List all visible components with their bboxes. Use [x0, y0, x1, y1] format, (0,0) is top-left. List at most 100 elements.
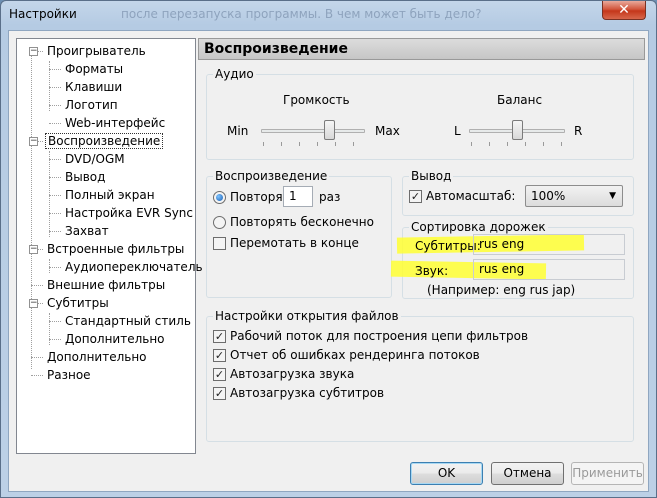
track-order-group: Сортировка дорожек Субтитры: rus eng Зву…: [390, 220, 634, 299]
tree-item[interactable]: Дополнительно: [49, 331, 167, 349]
track-order-legend: Сортировка дорожек: [409, 220, 548, 234]
volume-tick: [299, 142, 300, 146]
settings-tree[interactable]: − Проигрыватель Форматы Клавиши Логотип Web-и…: [16, 38, 203, 454]
volume-tick: [281, 142, 282, 146]
tree-line: [31, 375, 43, 376]
tree-line: [49, 259, 50, 273]
check-mark-icon: ✓: [410, 190, 421, 203]
file-open-option-checkbox[interactable]: ✓: [213, 330, 226, 343]
tree-item[interactable]: − Встроенные фильтры: [29, 241, 186, 259]
tree-item[interactable]: Форматы: [49, 61, 125, 79]
tree-item-label: Дополнительно: [65, 332, 165, 346]
volume-slider-track[interactable]: [261, 129, 365, 133]
tree-line: [31, 357, 43, 358]
tree-line: [31, 285, 43, 286]
file-open-option-checkbox[interactable]: ✓: [213, 387, 226, 400]
tree-item-label: Логотип: [65, 98, 118, 112]
zoom-select[interactable]: 100% ▼: [525, 185, 623, 207]
tree-item[interactable]: Логотип: [49, 97, 120, 115]
tree-item[interactable]: Полный экран: [49, 187, 157, 205]
tree-line: [49, 313, 50, 345]
tree-line: [49, 177, 61, 178]
tree-item[interactable]: Вывод: [49, 169, 107, 187]
track-order-example: (Например: eng rus jap): [427, 283, 576, 297]
subtitles-order-input[interactable]: rus eng: [473, 234, 625, 255]
ok-button[interactable]: OK: [410, 462, 483, 485]
balance-tick: [471, 142, 472, 146]
tree-item[interactable]: Разное: [31, 367, 93, 385]
balance-tick: [525, 142, 526, 146]
page-title: Воспроизведение: [198, 38, 645, 60]
tree-item[interactable]: − Проигрыватель: [29, 43, 148, 61]
collapse-icon[interactable]: −: [29, 137, 38, 146]
volume-label: Громкость: [283, 93, 350, 107]
tree-item[interactable]: Захват: [49, 223, 111, 241]
output-legend: Вывод: [409, 169, 454, 183]
volume-slider-thumb[interactable]: [323, 120, 335, 140]
window-title: Настройки: [9, 7, 77, 21]
tree-item[interactable]: Клавиши: [49, 79, 124, 97]
collapse-icon[interactable]: −: [29, 299, 38, 308]
tree-line: [49, 321, 61, 322]
zoom-select-value: 100%: [531, 189, 566, 203]
cancel-button[interactable]: Отмена: [491, 462, 564, 485]
apply-button[interactable]: Применить: [571, 462, 644, 485]
repeat-radio[interactable]: [213, 191, 226, 204]
repeat-count-input[interactable]: 1: [283, 186, 313, 207]
title-bar[interactable]: Настройки после перезапуска программы. В…: [1, 1, 656, 29]
tree-line: [49, 267, 61, 268]
tree-item-label: Форматы: [65, 62, 124, 76]
tree-line: [31, 51, 32, 369]
tree-item[interactable]: Дополнительно: [31, 349, 149, 367]
volume-tick: [353, 142, 354, 146]
file-open-option-checkbox[interactable]: ✓: [213, 368, 226, 381]
tree-item[interactable]: Аудиопереключатель: [49, 259, 205, 277]
rewind-checkbox[interactable]: [213, 237, 226, 250]
tree-item-label: Разное: [47, 368, 91, 382]
file-open-group: Настройки открытия файлов ✓ Рабочий поток…: [206, 309, 634, 442]
tree-line: [49, 339, 61, 340]
tree-item-label: Аудиопереключатель: [65, 260, 203, 274]
audio-order-input[interactable]: rus eng: [473, 259, 625, 280]
tree-item-label: DVD/OGM: [65, 152, 125, 166]
tree-line: [49, 195, 61, 196]
tree-line: [49, 69, 61, 70]
tree-item[interactable]: DVD/OGM: [49, 151, 127, 169]
audio-order-label: Звук:: [415, 264, 449, 278]
tree-item[interactable]: Настройка EVR Sync: [49, 205, 195, 223]
tree-item-label: Воспроизведение: [45, 133, 164, 149]
file-open-option-label: Автозагрузка субтитров: [230, 386, 385, 400]
repeat-label: Повторя: [230, 190, 283, 204]
close-button[interactable]: ✕: [602, 1, 646, 20]
tree-item[interactable]: − Субтитры: [29, 295, 111, 313]
chevron-down-icon: ▼: [609, 191, 616, 201]
tree-line: [49, 213, 61, 214]
tree-item[interactable]: Внешние фильтры: [31, 277, 167, 295]
volume-max-label: Max: [375, 124, 400, 138]
tree-item[interactable]: Стандартный стиль: [49, 313, 193, 331]
tree-line: [49, 123, 61, 124]
tree-line: [49, 231, 61, 232]
balance-tick: [507, 142, 508, 146]
balance-slider-thumb[interactable]: [512, 120, 523, 140]
autozoom-label: Автомасштаб:: [426, 189, 516, 203]
balance-right-label: R: [574, 124, 583, 138]
tree-item-label: Полный экран: [65, 188, 155, 202]
file-open-option-checkbox[interactable]: ✓: [213, 349, 226, 362]
collapse-icon[interactable]: −: [29, 47, 38, 56]
tree-item[interactable]: − Воспроизведение: [29, 133, 164, 151]
repeat-forever-radio[interactable]: [213, 216, 226, 229]
file-open-option-label: Отчет об ошибках рендеринга потоков: [230, 348, 480, 362]
balance-label: Баланс: [497, 93, 543, 107]
collapse-icon[interactable]: −: [29, 245, 38, 254]
audio-legend: Аудио: [213, 67, 256, 81]
file-open-option-label: Автозагрузка звука: [230, 367, 355, 381]
settings-window: Настройки после перезапуска программы. В…: [0, 0, 657, 498]
repeat-forever-label: Повторять бесконечно: [230, 215, 374, 229]
autozoom-checkbox[interactable]: ✓: [409, 190, 422, 203]
rewind-label: Перемотать в конце: [230, 236, 359, 250]
output-group: Вывод ✓ Автомасштаб: 100% ▼: [402, 169, 634, 216]
tree-item[interactable]: Web-интерфейс: [49, 115, 167, 133]
balance-tick: [561, 142, 562, 146]
file-open-option-label: Рабочий поток для построения цепи фильтр…: [230, 329, 529, 343]
